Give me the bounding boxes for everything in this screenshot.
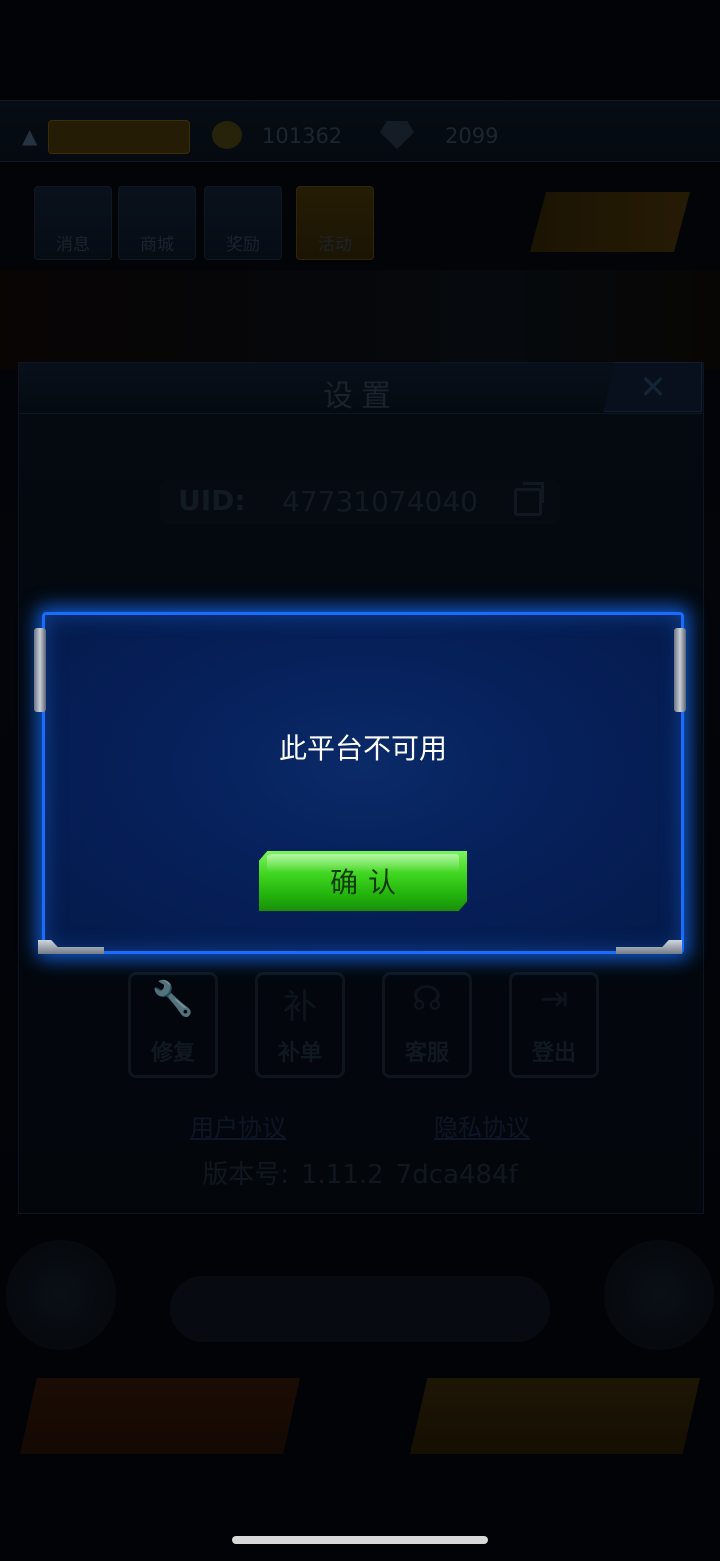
confirm-label: 确认	[329, 866, 406, 899]
alert-dialog: 此平台不可用 确认	[42, 612, 684, 954]
home-indicator[interactable]	[232, 1536, 488, 1544]
game-screen: ▲ 101362 2099 消息 商城 奖励 活动 设置 ✕ UID: 4773…	[0, 0, 720, 1561]
alert-message: 此平台不可用	[278, 732, 447, 765]
confirm-button[interactable]: 确认	[259, 851, 467, 911]
right-bracket-decoration	[674, 628, 686, 712]
left-bracket-decoration	[34, 628, 46, 712]
